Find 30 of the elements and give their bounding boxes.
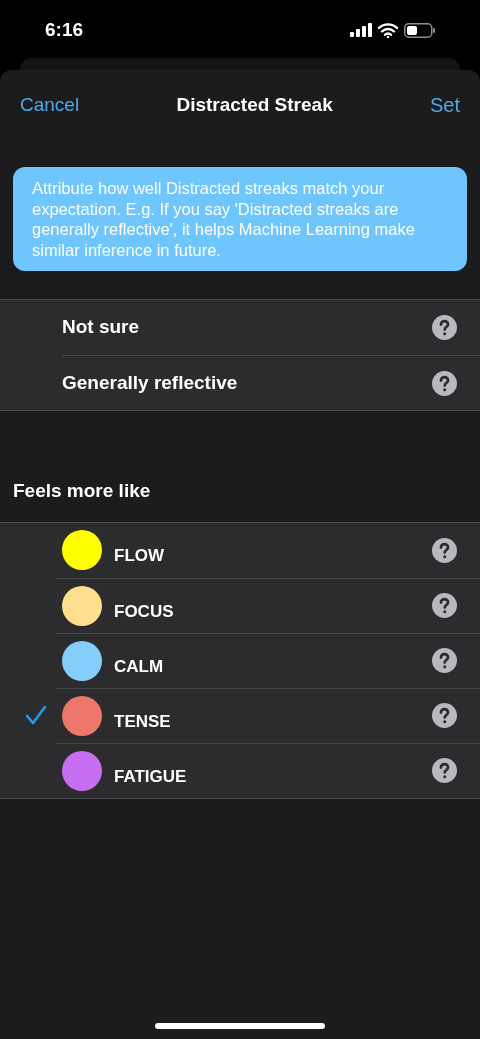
cancel-button[interactable]: Cancel (20, 90, 80, 120)
sheet-title: Distracted Streak (176, 92, 333, 117)
help-icon[interactable] (432, 703, 457, 728)
mood-label: FATIGUE (114, 765, 188, 788)
option-label: Not sure (62, 315, 141, 340)
mood-row[interactable]: FOCUS (0, 577, 480, 633)
mood-label: FOCUS (114, 600, 175, 623)
status-time: 6:16 (45, 17, 84, 42)
signal-icon (350, 23, 372, 37)
mood-row[interactable]: FLOW (0, 522, 480, 578)
help-icon[interactable] (432, 370, 457, 396)
option-label: Generally reflective (62, 370, 239, 395)
help-icon[interactable] (432, 593, 457, 618)
mood-label: CALM (114, 655, 165, 678)
set-button[interactable]: Set (429, 90, 460, 120)
help-icon[interactable] (432, 537, 457, 563)
option-row[interactable]: Not sure (0, 300, 480, 355)
battery-icon (404, 22, 435, 38)
mood-row[interactable]: CALM (0, 632, 480, 688)
section-header: Feels more like (12, 479, 152, 503)
wifi-icon (378, 22, 398, 38)
help-icon[interactable] (432, 758, 457, 783)
mood-row[interactable]: TENSE (0, 687, 480, 743)
mood-label: FLOW (114, 545, 166, 568)
option-row[interactable]: Generally reflective (0, 355, 480, 410)
help-icon[interactable] (432, 648, 457, 673)
mood-label: TENSE (114, 710, 172, 733)
help-icon[interactable] (432, 315, 457, 340)
mood-row[interactable]: FATIGUE (0, 742, 480, 798)
info-banner: Attribute how well Distracted streaks match your expectation. E.g. If you say 'Distracted streaks are generally reflective', it helps Machine Learning make similar inference in future. (13, 167, 467, 271)
